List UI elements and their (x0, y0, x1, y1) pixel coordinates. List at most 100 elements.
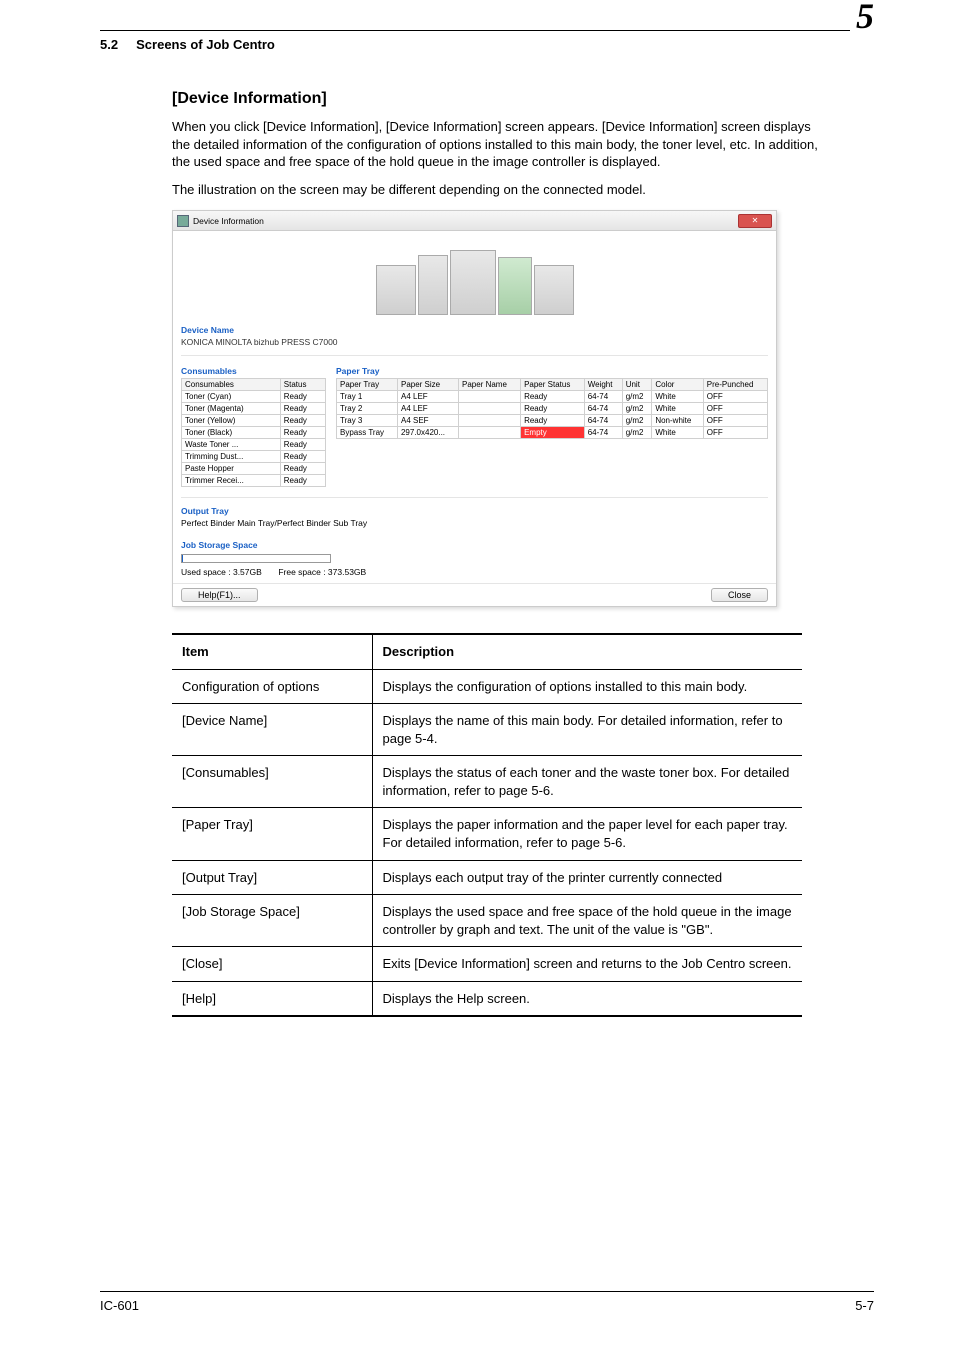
table-cell: Paste Hopper (182, 463, 281, 475)
table-cell: Ready (280, 439, 325, 451)
output-tray-label: Output Tray (181, 502, 768, 518)
table-cell: Toner (Magenta) (182, 403, 281, 415)
table-cell: Ready (280, 475, 325, 487)
table-cell: g/m2 (622, 391, 652, 403)
table-cell: Toner (Cyan) (182, 391, 281, 403)
table-row: Bypass Tray297.0x420...Empty64-74g/m2Whi… (337, 427, 768, 439)
chapter-number: 5 (850, 0, 874, 32)
table-row: Tray 1A4 LEFReady64-74g/m2WhiteOFF (337, 391, 768, 403)
table-row: Trimmer Recei...Ready (182, 475, 326, 487)
subsection-title: [Device Information] (172, 90, 874, 108)
table-cell: Displays each output tray of the printer… (372, 860, 802, 895)
page-header: 5.2 Screens of Job Centro (100, 37, 874, 52)
table-cell: Displays the used space and free space o… (372, 895, 802, 947)
table-row: Toner (Magenta)Ready (182, 403, 326, 415)
table-header: Item (172, 634, 372, 669)
table-row: Tray 2A4 LEFReady64-74g/m2WhiteOFF (337, 403, 768, 415)
table-cell: 64-74 (584, 415, 622, 427)
table-header: Consumables (182, 379, 281, 391)
table-cell: Exits [Device Information] screen and re… (372, 947, 802, 982)
table-cell: White (652, 403, 703, 415)
table-cell: Ready (521, 403, 585, 415)
table-row: Configuration of optionsDisplays the con… (172, 669, 802, 704)
paper-tray-table: Paper TrayPaper SizePaper NamePaper Stat… (336, 378, 768, 439)
table-row: [Paper Tray]Displays the paper informati… (172, 808, 802, 860)
table-cell: A4 LEF (397, 391, 458, 403)
table-cell: Tray 3 (337, 415, 398, 427)
table-cell: Displays the paper information and the p… (372, 808, 802, 860)
footer-left: IC-601 (100, 1298, 139, 1313)
table-header: Pre-Punched (703, 379, 767, 391)
table-cell: OFF (703, 427, 767, 439)
table-cell: [Output Tray] (172, 860, 372, 895)
table-cell: Displays the name of this main body. For… (372, 704, 802, 756)
table-row: [Consumables]Displays the status of each… (172, 756, 802, 808)
page-footer: IC-601 5-7 (100, 1291, 874, 1313)
table-cell: 297.0x420... (397, 427, 458, 439)
table-cell: Tray 1 (337, 391, 398, 403)
table-cell (459, 403, 521, 415)
paper-tray-label: Paper Tray (336, 362, 768, 378)
table-row: Waste Toner ...Ready (182, 439, 326, 451)
table-row: Paste HopperReady (182, 463, 326, 475)
close-button[interactable]: Close (711, 588, 768, 602)
table-header: Status (280, 379, 325, 391)
table-cell: A4 SEF (397, 415, 458, 427)
window-icon (177, 215, 189, 227)
table-header: Paper Size (397, 379, 458, 391)
window-titlebar: Device Information ✕ (173, 211, 776, 231)
table-cell: Ready (280, 415, 325, 427)
table-cell: [Close] (172, 947, 372, 982)
table-cell (459, 415, 521, 427)
output-tray-value: Perfect Binder Main Tray/Perfect Binder … (181, 518, 768, 528)
table-row: [Help]Displays the Help screen. (172, 981, 802, 1016)
table-cell: Ready (280, 391, 325, 403)
table-cell: OFF (703, 415, 767, 427)
table-cell: Ready (521, 415, 585, 427)
free-space: Free space : 373.53GB (278, 567, 366, 577)
table-cell: g/m2 (622, 427, 652, 439)
table-cell: Waste Toner ... (182, 439, 281, 451)
table-cell: [Job Storage Space] (172, 895, 372, 947)
table-cell: Displays the status of each toner and th… (372, 756, 802, 808)
table-cell: Empty (521, 427, 585, 439)
table-header: Paper Tray (337, 379, 398, 391)
table-cell: Displays the configuration of options in… (372, 669, 802, 704)
table-row: Toner (Cyan)Ready (182, 391, 326, 403)
device-name-value: KONICA MINOLTA bizhub PRESS C7000 (173, 337, 776, 353)
device-name-label: Device Name (173, 321, 776, 337)
table-row: Toner (Black)Ready (182, 427, 326, 439)
table-row: Tray 3A4 SEFReady64-74g/m2Non-whiteOFF (337, 415, 768, 427)
section-number: 5.2 (100, 37, 118, 52)
table-cell: 64-74 (584, 427, 622, 439)
description-table: Item Description Configuration of option… (172, 633, 802, 1017)
table-header: Weight (584, 379, 622, 391)
table-cell (459, 427, 521, 439)
table-cell: 64-74 (584, 391, 622, 403)
table-cell: Ready (280, 451, 325, 463)
table-header: Paper Status (521, 379, 585, 391)
table-cell: Toner (Yellow) (182, 415, 281, 427)
table-cell: A4 LEF (397, 403, 458, 415)
table-cell: Displays the Help screen. (372, 981, 802, 1016)
table-cell: White (652, 427, 703, 439)
table-header: Description (372, 634, 802, 669)
table-cell: White (652, 391, 703, 403)
table-row: Trimming Dust...Ready (182, 451, 326, 463)
help-button[interactable]: Help(F1)... (181, 588, 258, 602)
table-row: [Output Tray]Displays each output tray o… (172, 860, 802, 895)
device-illustration (173, 231, 776, 321)
body-paragraph: The illustration on the screen may be di… (172, 181, 822, 199)
table-cell: [Consumables] (172, 756, 372, 808)
table-cell: Toner (Black) (182, 427, 281, 439)
close-icon[interactable]: ✕ (738, 214, 772, 228)
table-row: [Close]Exits [Device Information] screen… (172, 947, 802, 982)
table-cell: OFF (703, 403, 767, 415)
table-cell: OFF (703, 391, 767, 403)
table-cell (459, 391, 521, 403)
table-header: Paper Name (459, 379, 521, 391)
table-cell: Non-white (652, 415, 703, 427)
table-header: Color (652, 379, 703, 391)
table-cell: [Paper Tray] (172, 808, 372, 860)
table-cell: Tray 2 (337, 403, 398, 415)
